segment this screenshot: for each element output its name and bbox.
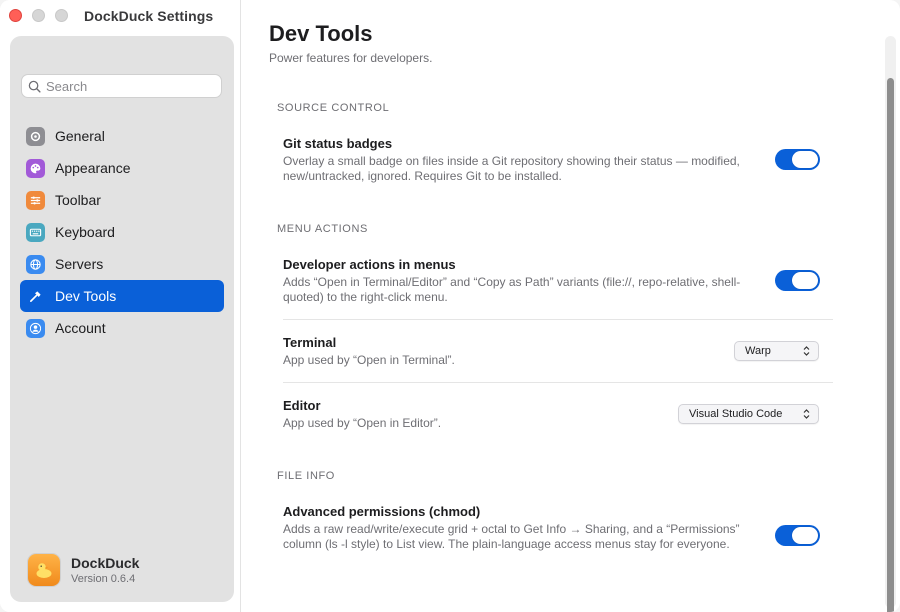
globe-icon <box>26 254 45 274</box>
setting-description: Adds “Open in Terminal/Editor” and “Copy… <box>283 275 741 304</box>
app-version: Version 0.6.4 <box>71 573 136 585</box>
sidebar-item-servers[interactable]: Servers <box>20 248 224 280</box>
app-info: DockDuck Version 0.6.4 <box>28 554 139 586</box>
section-header-source-control: SOURCE CONTROL <box>277 102 390 114</box>
divider <box>283 319 833 320</box>
sidebar-item-keyboard[interactable]: Keyboard <box>20 216 224 248</box>
close-window-button[interactable] <box>9 9 22 22</box>
toggle-knob <box>792 527 818 544</box>
chevron-updown-icon <box>803 346 810 356</box>
sidebar-item-label: Appearance <box>55 160 131 176</box>
page-title: Dev Tools <box>269 21 373 46</box>
sidebar-item-label: Account <box>55 320 106 336</box>
sidebar-item-label: General <box>55 128 105 144</box>
sliders-icon <box>26 190 45 210</box>
zoom-window-button[interactable] <box>55 9 68 22</box>
section-header-menu-actions: MENU ACTIONS <box>277 223 368 235</box>
sidebar-item-label: Toolbar <box>55 192 101 208</box>
setting-title: Advanced permissions (chmod) <box>283 504 481 519</box>
scrollbar[interactable] <box>885 36 896 612</box>
terminal-select[interactable]: Warp <box>734 341 819 361</box>
page-subtitle: Power features for developers. <box>269 51 433 65</box>
sidebar-pane: DockDuck Settings Search General Appeara… <box>0 0 241 612</box>
git-badges-toggle[interactable] <box>775 149 820 170</box>
setting-row-terminal: Terminal App used by “Open in Terminal”.… <box>277 335 833 375</box>
sidebar: Search General Appearance Toolbar Keyboa… <box>10 36 234 602</box>
setting-row-git-badges: Git status badges Overlay a small badge … <box>277 136 833 188</box>
setting-row-developer-actions: Developer actions in menus Adds “Open in… <box>277 257 833 309</box>
settings-window: DockDuck Settings Search General Appeara… <box>0 0 900 612</box>
setting-description: Adds a raw read/write/execute grid + oct… <box>283 522 740 551</box>
search-icon <box>28 80 41 93</box>
scrollbar-thumb[interactable] <box>887 78 894 612</box>
hammer-icon <box>26 286 45 306</box>
sidebar-item-general[interactable]: General <box>20 120 224 152</box>
setting-title: Git status badges <box>283 136 393 151</box>
setting-description: Overlay a small badge on files inside a … <box>283 154 740 183</box>
person-icon <box>26 318 45 338</box>
app-name: DockDuck <box>71 555 140 571</box>
sidebar-item-label: Keyboard <box>55 224 115 240</box>
editor-select[interactable]: Visual Studio Code <box>678 404 819 424</box>
sidebar-item-appearance[interactable]: Appearance <box>20 152 224 184</box>
toggle-knob <box>792 272 818 289</box>
duck-logo-icon <box>28 554 60 586</box>
editor-select-value: Visual Studio Code <box>689 408 783 420</box>
sidebar-item-label: Dev Tools <box>55 288 117 304</box>
setting-description: App used by “Open in Terminal”. <box>283 353 455 367</box>
sidebar-nav: General Appearance Toolbar Keyboard Serv… <box>20 120 224 344</box>
keyboard-icon <box>26 222 45 242</box>
terminal-select-value: Warp <box>745 345 771 357</box>
window-title: DockDuck Settings <box>84 8 214 24</box>
sidebar-item-label: Servers <box>55 256 104 272</box>
setting-title: Developer actions in menus <box>283 257 456 272</box>
settings-content: Dev Tools Power features for developers.… <box>241 0 900 612</box>
divider <box>283 382 833 383</box>
advanced-permissions-toggle[interactable] <box>775 525 820 546</box>
sidebar-item-toolbar[interactable]: Toolbar <box>20 184 224 216</box>
setting-title: Editor <box>283 398 321 413</box>
gear-icon <box>26 126 45 146</box>
search-field[interactable]: Search <box>21 74 222 98</box>
toggle-knob <box>792 151 818 168</box>
sidebar-item-dev-tools[interactable]: Dev Tools <box>20 280 224 312</box>
chevron-updown-icon <box>803 409 810 419</box>
setting-title: Terminal <box>283 335 337 350</box>
section-header-file-info: FILE INFO <box>277 470 335 482</box>
developer-actions-toggle[interactable] <box>775 270 820 291</box>
palette-icon <box>26 158 45 178</box>
setting-row-advanced-permissions: Advanced permissions (chmod) Adds a raw … <box>277 504 833 570</box>
search-placeholder: Search <box>46 78 88 94</box>
setting-row-editor: Editor App used by “Open in Editor”. Vis… <box>277 398 833 438</box>
minimize-window-button[interactable] <box>32 9 45 22</box>
sidebar-item-account[interactable]: Account <box>20 312 224 344</box>
